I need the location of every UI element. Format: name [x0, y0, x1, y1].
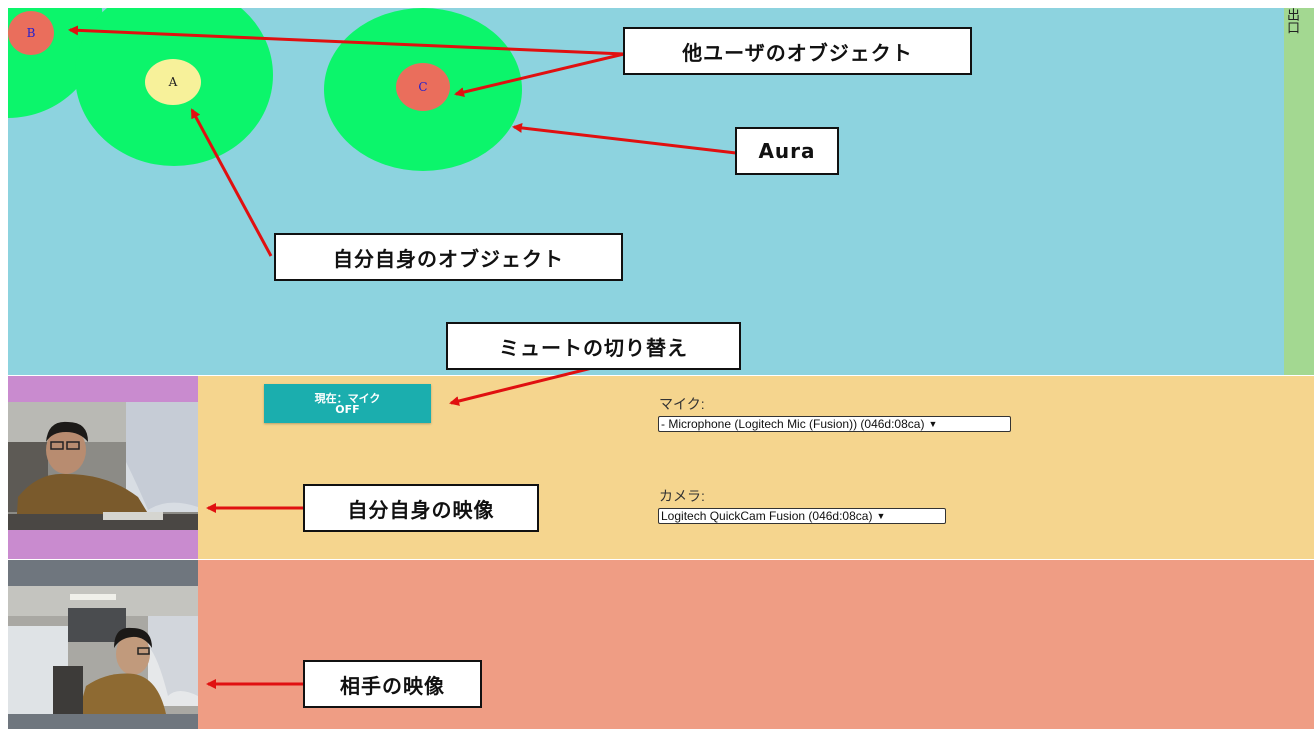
user-object-a[interactable]: A [145, 59, 201, 105]
peer-video [8, 586, 198, 714]
callout-mute-toggle: ミュートの切り替え [446, 322, 741, 370]
mic-select[interactable]: - Microphone (Logitech Mic (Fusion)) (04… [658, 416, 1011, 432]
user-object-c-label: C [418, 80, 428, 94]
self-video [8, 402, 198, 530]
callout-peer-video: 相手の映像 [303, 660, 482, 708]
callout-self-video: 自分自身の映像 [303, 484, 539, 532]
user-object-a-label: A [168, 75, 178, 89]
camera-select-value: Logitech QuickCam Fusion (046d:08ca) [661, 509, 873, 523]
exit-area[interactable] [1284, 8, 1314, 375]
mute-button-status: 現在：マイク [314, 391, 381, 405]
mute-toggle-button[interactable]: 現在：マイク OFF [264, 384, 431, 423]
peer-panel [8, 560, 1314, 729]
user-object-b-label: B [26, 26, 36, 40]
self-video-frame [8, 402, 198, 530]
mic-select-value: - Microphone (Logitech Mic (Fusion)) (04… [661, 417, 925, 431]
exit-label: 出口 [1284, 8, 1299, 34]
camera-select[interactable]: Logitech QuickCam Fusion (046d:08ca) ▼ [658, 508, 946, 524]
peer-video-frame [8, 586, 198, 714]
camera-label: カメラ: [659, 488, 705, 504]
user-object-b[interactable]: B [8, 11, 54, 55]
callout-aura: Aura [735, 127, 839, 175]
mic-label: マイク: [659, 396, 705, 412]
callout-other-users: 他ユーザのオブジェクト [623, 27, 972, 75]
callout-self-object: 自分自身のオブジェクト [274, 233, 623, 281]
chevron-down-icon: ▼ [928, 419, 938, 429]
chevron-down-icon: ▼ [876, 511, 886, 521]
mute-button-state: OFF [335, 402, 360, 416]
user-object-c[interactable]: C [396, 63, 450, 111]
